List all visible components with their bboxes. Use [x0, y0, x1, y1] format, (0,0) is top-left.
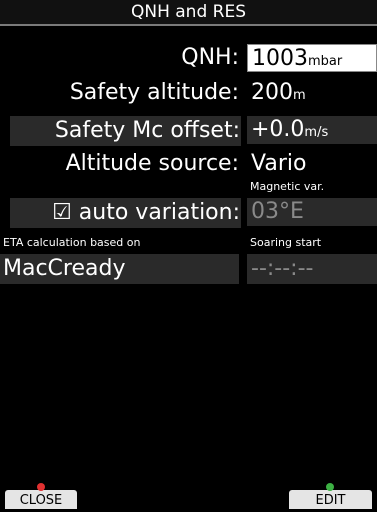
edit-mark-icon [326, 483, 334, 491]
soaring-start-label: Soaring start [250, 236, 322, 249]
eta-label: ETA calculation based on [3, 236, 141, 249]
soaring-start-field: --:--:-- [247, 254, 377, 284]
altitude-source-field[interactable]: Vario [247, 150, 377, 178]
eta-field[interactable]: MacCready [0, 254, 239, 284]
safety-mc-offset-unit: m/s [304, 125, 329, 140]
safety-altitude-unit: m [293, 88, 306, 103]
checkbox-icon: ☑ [52, 200, 72, 225]
auto-variation-checkbox[interactable]: ☑ auto variation: [10, 198, 241, 228]
qnh-label: QNH: [181, 45, 239, 70]
safety-altitude-label: Safety altitude: [69, 80, 239, 105]
close-mark-icon [37, 483, 45, 491]
edit-button[interactable]: EDIT [289, 483, 372, 509]
safety-altitude-field[interactable]: 200m [247, 79, 377, 107]
qnh-value: 1003 [252, 46, 308, 71]
altitude-source-label: Altitude source: [65, 151, 239, 176]
close-button[interactable]: CLOSE [5, 483, 77, 509]
safety-altitude-value: 200 [251, 80, 293, 105]
altitude-source-value: Vario [251, 151, 307, 176]
magnetic-var-field: 03°E [247, 198, 377, 226]
safety-mc-offset-label: Safety Mc offset: [10, 116, 241, 146]
dialog-title: QNH and RES [0, 0, 377, 26]
qnh-unit: mbar [308, 54, 343, 69]
magnetic-var-label: Magnetic var. [250, 180, 325, 193]
safety-mc-offset-field[interactable]: +0.0m/s [247, 116, 377, 144]
close-button-label: CLOSE [19, 493, 63, 508]
auto-variation-label: auto variation: [78, 200, 240, 225]
safety-mc-offset-value: +0.0 [251, 117, 305, 142]
soaring-start-value: --:--:-- [251, 256, 314, 281]
magnetic-var-value: 03°E [251, 199, 304, 224]
edit-button-label: EDIT [315, 493, 346, 508]
eta-value: MacCready [3, 256, 126, 281]
qnh-field[interactable]: 1003mbar [247, 44, 377, 72]
